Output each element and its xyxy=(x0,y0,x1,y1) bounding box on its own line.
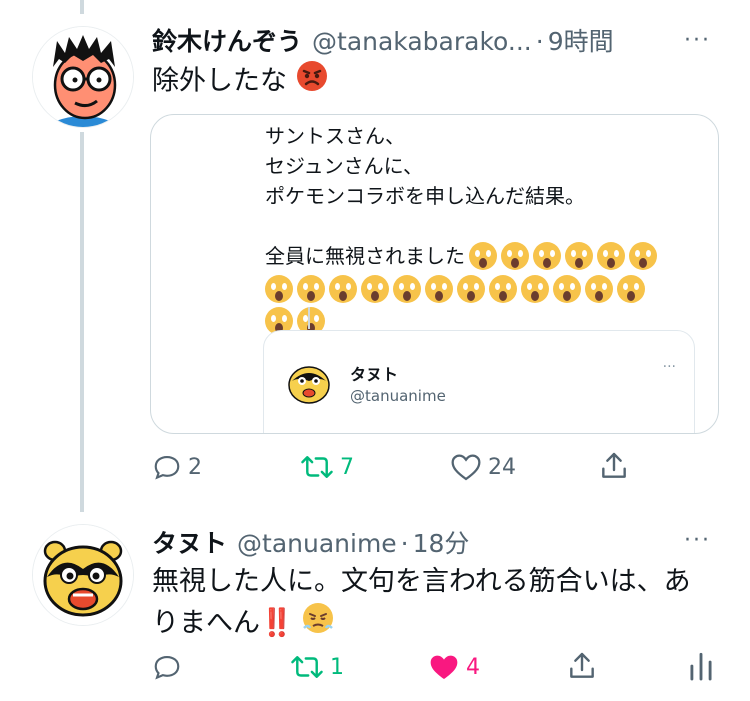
like-button[interactable]: 4 xyxy=(428,652,480,682)
reply-button[interactable] xyxy=(152,652,182,682)
share-button[interactable] xyxy=(598,450,630,482)
embedded-tweet-card: タヌト @tanuanime ··· xyxy=(263,330,695,433)
screaming-face-icon xyxy=(265,275,293,303)
screaming-face-icon xyxy=(469,242,497,270)
like-count: 4 xyxy=(466,654,480,680)
display-name[interactable]: 鈴木けんぞう xyxy=(152,22,302,58)
like-button[interactable]: 24 xyxy=(450,452,516,482)
embedded-more-icon: ··· xyxy=(662,359,676,375)
inner-thread-connector xyxy=(308,307,310,329)
double-exclamation: ‼️ xyxy=(260,607,294,639)
retweet-button[interactable]: 1 xyxy=(290,652,344,682)
screaming-face-icon xyxy=(533,242,561,270)
retweet-count: 1 xyxy=(330,654,344,680)
tweet-header: 鈴木けんぞう @tanakabarako... · 9時間 xyxy=(152,22,614,58)
reply-icon xyxy=(154,455,180,480)
screaming-face-icon xyxy=(329,275,357,303)
share-icon xyxy=(602,452,626,478)
more-options-icon[interactable]: ··· xyxy=(684,28,711,53)
tweet-text: 無視した人に。文句を言われる筋合いは、あ りまへん‼️ xyxy=(152,562,732,646)
timestamp[interactable]: 18分 xyxy=(413,524,470,560)
embedded-avatar xyxy=(284,357,334,407)
embedded-handle: @tanuanime xyxy=(350,387,446,405)
screaming-face-icon xyxy=(393,275,421,303)
reply-icon xyxy=(154,655,180,680)
screaming-face-icon xyxy=(629,242,657,270)
screaming-face-icon xyxy=(585,275,613,303)
quote-image-text: サントスさん、 セジュンさんに、 ポケモンコラボを申し込んだ結果。 全員に無視さ… xyxy=(265,121,657,335)
timestamp[interactable]: 9時間 xyxy=(548,22,614,58)
tweet-text: 除外したな xyxy=(152,60,328,104)
avatar[interactable] xyxy=(33,525,133,625)
screaming-face-icon xyxy=(361,275,389,303)
screaming-face-icon xyxy=(425,275,453,303)
analytics-button[interactable] xyxy=(688,650,714,682)
thread-connector-top xyxy=(80,0,84,14)
screaming-face-icon xyxy=(617,275,645,303)
separator-dot: · xyxy=(400,529,409,558)
separator-dot: · xyxy=(535,27,544,56)
share-button[interactable] xyxy=(566,650,598,682)
screaming-face-icon xyxy=(553,275,581,303)
raccoon-avatar-icon xyxy=(284,357,334,407)
cartoon-man-avatar-icon xyxy=(33,27,133,127)
retweet-count: 7 xyxy=(340,454,354,480)
heart-filled-icon xyxy=(430,655,458,679)
reply-button[interactable]: 2 xyxy=(152,452,202,482)
screaming-face-icon xyxy=(565,242,593,270)
screaming-face-icon xyxy=(521,275,549,303)
reply-count: 2 xyxy=(188,454,202,480)
more-options-icon[interactable]: ··· xyxy=(684,528,711,553)
angry-face-icon xyxy=(296,60,328,104)
raccoon-avatar-icon xyxy=(33,525,133,625)
screaming-face-icon xyxy=(457,275,485,303)
retweet-icon xyxy=(291,656,323,678)
avatar[interactable] xyxy=(33,27,133,127)
quote-tweet-card[interactable]: サントスさん、 セジュンさんに、 ポケモンコラボを申し込んだ結果。 全員に無視さ… xyxy=(150,114,719,434)
display-name[interactable]: タヌト xyxy=(152,524,227,560)
like-count: 24 xyxy=(488,454,516,480)
user-handle[interactable]: @tanakabarako... xyxy=(312,27,532,56)
tweet-header: タヌト @tanuanime · 18分 xyxy=(152,524,469,560)
user-handle[interactable]: @tanuanime xyxy=(237,529,397,558)
triumph-face-icon xyxy=(302,602,334,646)
screaming-face-icon xyxy=(489,275,517,303)
heart-outline-icon xyxy=(451,454,481,481)
share-icon xyxy=(570,652,594,678)
screaming-face-icon xyxy=(501,242,529,270)
retweet-icon xyxy=(301,456,333,478)
analytics-bar-icon xyxy=(690,652,712,681)
retweet-button[interactable]: 7 xyxy=(300,452,354,482)
screaming-face-icon xyxy=(297,275,325,303)
thread-connector xyxy=(80,132,84,512)
embedded-name: タヌト xyxy=(350,365,399,384)
screaming-face-icon xyxy=(597,242,625,270)
